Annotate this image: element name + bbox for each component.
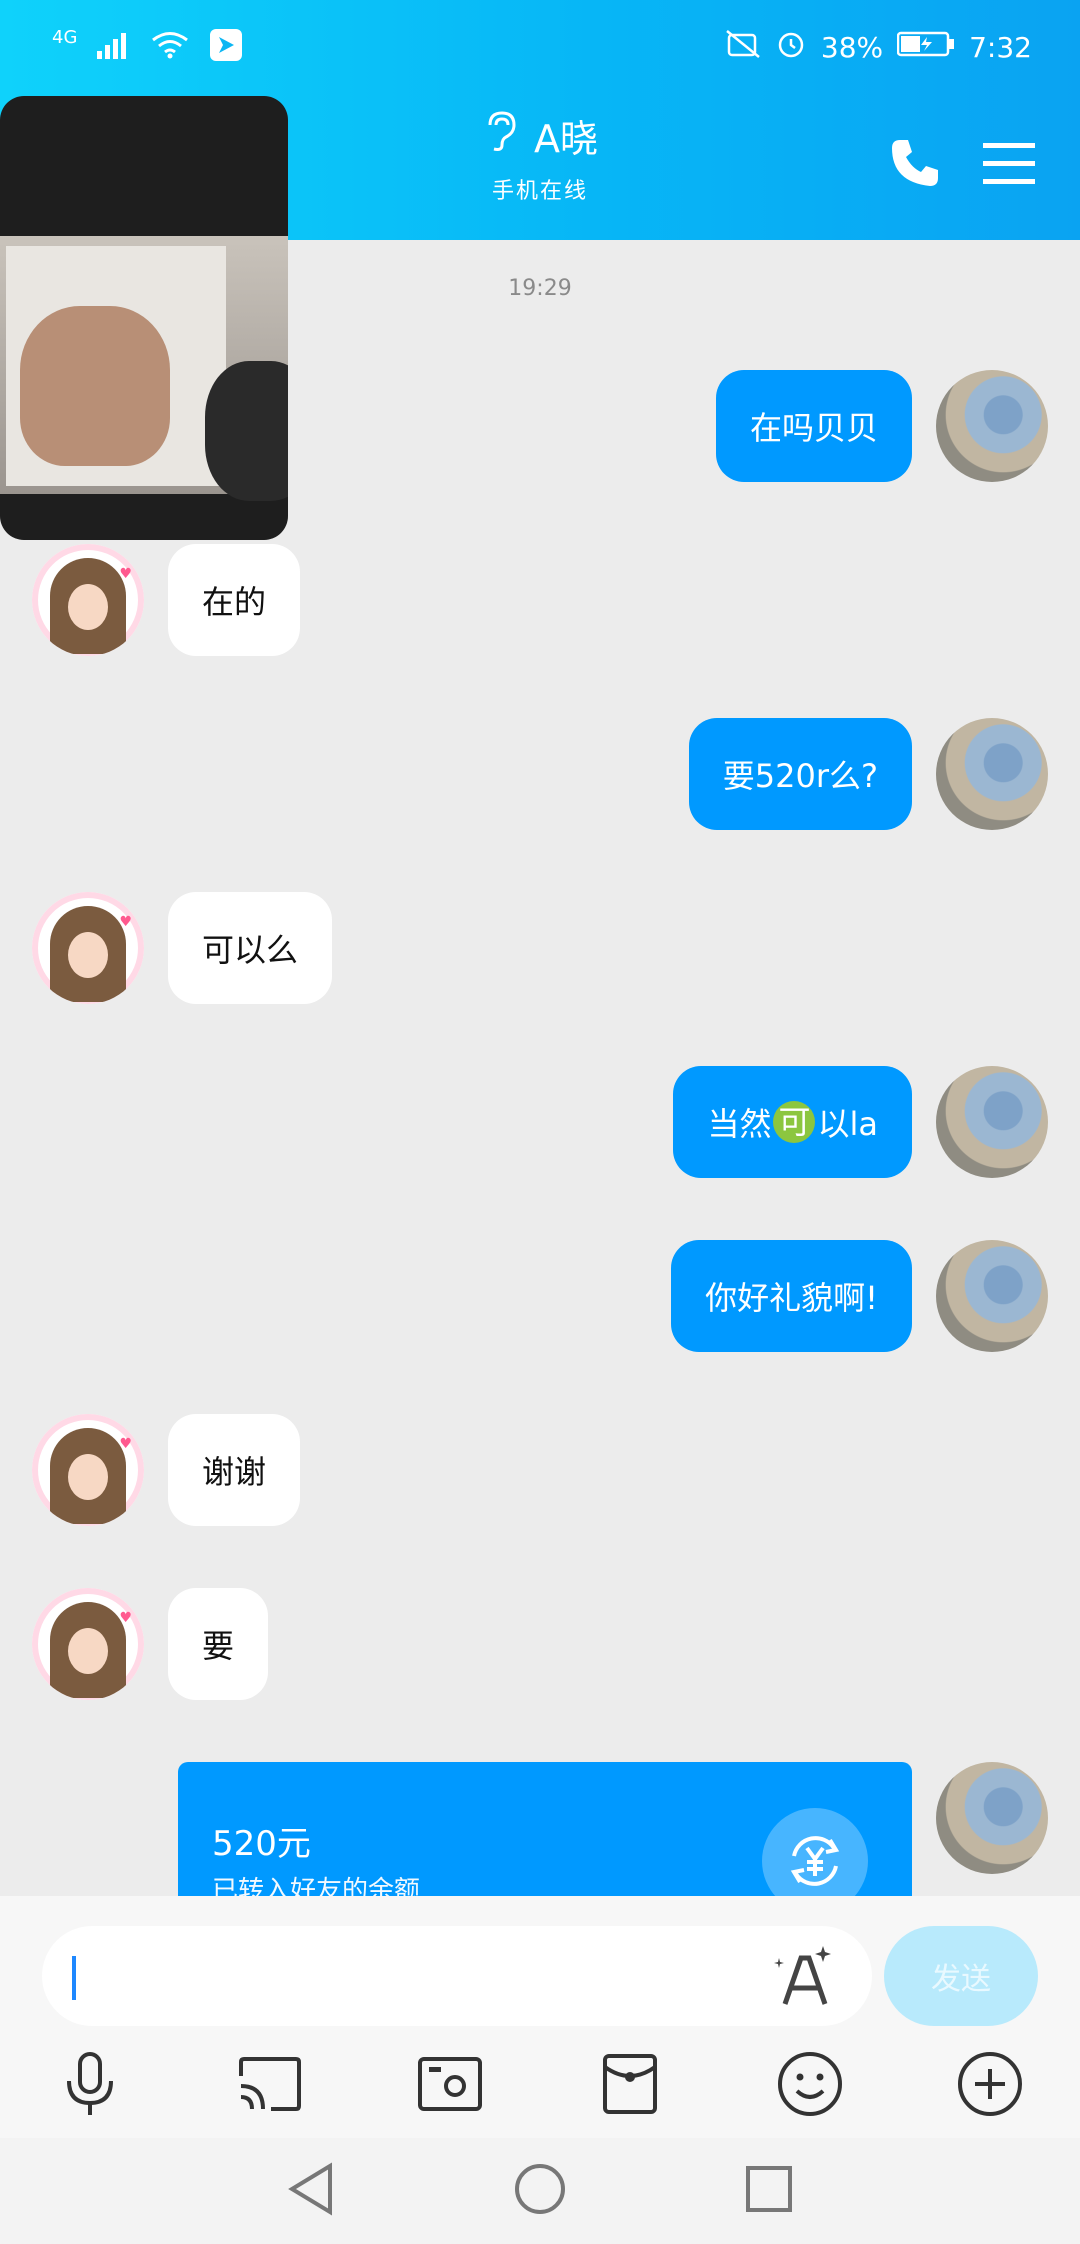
red-packet-icon xyxy=(602,2053,658,2119)
plus-icon xyxy=(957,2051,1023,2121)
system-navigation-bar xyxy=(0,2138,1080,2244)
video-call-window[interactable] xyxy=(0,96,288,540)
home-icon xyxy=(513,2162,567,2220)
recents-icon xyxy=(744,2164,794,2218)
my-avatar[interactable] xyxy=(936,1762,1048,1874)
battery-percent: 38% xyxy=(820,31,884,64)
emoji-icon xyxy=(777,2051,843,2121)
friend-avatar[interactable]: ♥ xyxy=(32,544,144,656)
font-style-button[interactable] xyxy=(768,1942,838,2012)
contact-name: A晓 xyxy=(534,117,598,161)
call-button[interactable] xyxy=(880,130,950,200)
message-text: 当然 xyxy=(707,1105,772,1143)
ear-icon xyxy=(482,109,518,162)
friend-avatar[interactable]: ♥ xyxy=(32,892,144,1004)
signal-icon xyxy=(97,31,131,63)
app-notification-icon xyxy=(209,28,243,66)
my-avatar[interactable] xyxy=(936,1240,1048,1352)
wifi-icon xyxy=(151,31,189,63)
contact-title[interactable]: A晓 xyxy=(482,108,598,163)
font-sparkle-icon xyxy=(771,1944,835,2010)
clock: 7:32 xyxy=(969,31,1032,64)
back-button[interactable] xyxy=(278,2158,344,2224)
friend-avatar[interactable]: ♥ xyxy=(32,1414,144,1526)
red-packet-button[interactable] xyxy=(588,2044,672,2128)
more-button[interactable] xyxy=(948,2044,1032,2128)
message-bubble[interactable]: 谢谢 xyxy=(168,1414,301,1526)
recents-button[interactable] xyxy=(736,2158,802,2224)
input-toolbar xyxy=(0,2044,1080,2128)
screen-share-button[interactable] xyxy=(228,2044,312,2128)
input-panel: 发送 xyxy=(0,1896,1080,2138)
message-bubble[interactable]: 当然 可 以la xyxy=(673,1066,912,1178)
transfer-card[interactable]: 520元 已转入好友的余额 xyxy=(178,1762,912,1896)
menu-button[interactable] xyxy=(974,130,1044,200)
phone-icon xyxy=(888,136,942,194)
message-bubble[interactable]: 在的 xyxy=(168,544,301,656)
message-bubble[interactable]: 要 xyxy=(168,1588,269,1700)
my-avatar[interactable] xyxy=(936,718,1048,830)
message-bubble[interactable]: 在吗贝贝 xyxy=(715,370,912,482)
microphone-icon xyxy=(63,2051,117,2121)
text-caret xyxy=(72,1956,76,2000)
voice-button[interactable] xyxy=(48,2044,132,2128)
yuan-transfer-icon xyxy=(762,1808,868,1896)
photo-button[interactable] xyxy=(408,2044,492,2128)
alarm-icon xyxy=(775,28,807,67)
message-bubble[interactable]: 要520r么? xyxy=(688,718,912,830)
photo-icon xyxy=(417,2056,483,2116)
message-text: 以la xyxy=(817,1105,878,1143)
transfer-description: 已转入好友的余额 xyxy=(212,1876,421,1896)
send-button[interactable]: 发送 xyxy=(884,1926,1038,2026)
kebi-emoji: 可 xyxy=(773,1101,816,1143)
emoji-button[interactable] xyxy=(768,2044,852,2128)
message-bubble[interactable]: 可以么 xyxy=(168,892,333,1004)
screen-cast-icon xyxy=(237,2056,303,2116)
network-label: 4G xyxy=(52,26,78,48)
no-sim-icon xyxy=(725,29,761,66)
friend-avatar[interactable]: ♥ xyxy=(32,1588,144,1700)
transfer-amount: 520元 xyxy=(212,1824,311,1864)
menu-icon xyxy=(983,141,1035,189)
message-input[interactable] xyxy=(42,1926,872,2026)
status-bar: 4G 38% 7:32 xyxy=(0,20,1080,80)
my-avatar[interactable] xyxy=(936,1066,1048,1178)
my-avatar[interactable] xyxy=(936,370,1048,482)
battery-icon xyxy=(896,30,955,65)
back-icon xyxy=(286,2162,336,2220)
home-button[interactable] xyxy=(507,2158,573,2224)
message-bubble[interactable]: 你好礼貌啊! xyxy=(671,1240,912,1352)
